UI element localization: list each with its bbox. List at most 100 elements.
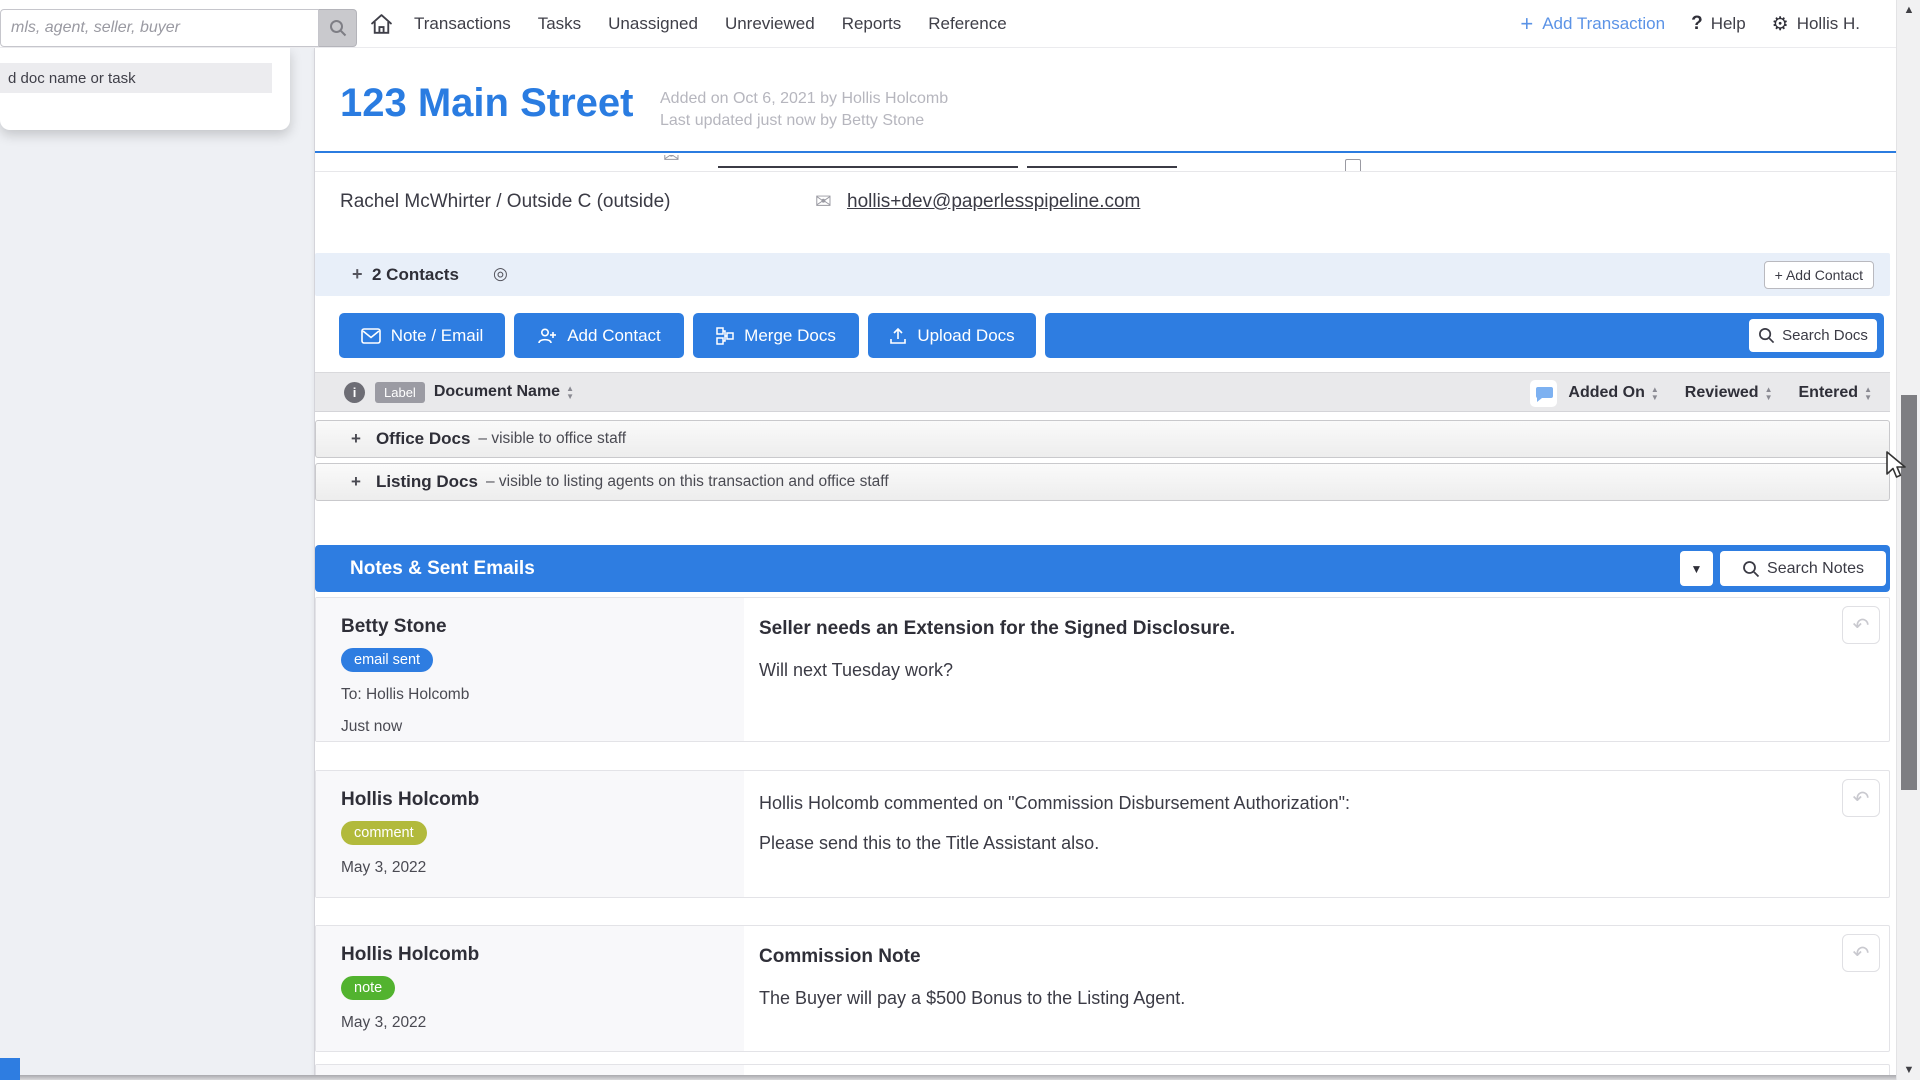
home-icon [369, 12, 394, 37]
note-author: Hollis Holcomb [341, 944, 479, 966]
sort-down-icon: ▼ [1651, 394, 1659, 401]
sort-down-icon: ▼ [1864, 394, 1872, 401]
note-date: Just now [341, 718, 402, 736]
sidebar-background [0, 48, 315, 1080]
search-suggestions-panel: d doc name or task [0, 48, 290, 130]
section-office-docs[interactable]: + Office Docs – visible to office staff [315, 420, 1890, 458]
sort-up-icon: ▲ [1864, 386, 1872, 393]
status-badge: comment [341, 821, 427, 845]
sort-down-icon: ▼ [1765, 394, 1773, 401]
home-button[interactable] [368, 11, 394, 37]
sort-icons[interactable]: ▲ ▼ [566, 385, 574, 400]
info-icon[interactable]: i [344, 382, 365, 403]
note-date: May 3, 2022 [341, 1014, 426, 1032]
reply-button[interactable]: ↶ [1842, 934, 1880, 972]
nav-transactions[interactable]: Transactions [414, 14, 511, 34]
sort-up-icon: ▲ [1651, 386, 1659, 393]
contact-name: Rachel McWhirter / Outside C (outside) [340, 191, 671, 213]
nav-reference[interactable]: Reference [928, 14, 1006, 34]
plus-icon: + [1520, 14, 1533, 34]
note-recipient: To: Hollis Holcomb [341, 686, 469, 704]
add-transaction-label: Add Transaction [1542, 14, 1665, 34]
note-subject: Commission Note [759, 946, 921, 968]
section-listing-docs[interactable]: + Listing Docs – visible to listing agen… [315, 463, 1890, 501]
merge-icon [716, 327, 734, 345]
sort-icons[interactable]: ▲ ▼ [1651, 386, 1659, 401]
notes-title: Notes & Sent Emails [350, 558, 535, 580]
section-name: Office Docs [376, 429, 470, 449]
section-name: Listing Docs [376, 472, 478, 492]
chevron-down-icon: ▼ [1691, 562, 1703, 576]
note-meta-panel: Betty Stone email sent To: Hollis Holcom… [316, 598, 744, 741]
expand-contacts-icon[interactable]: + [352, 264, 363, 285]
contact-email-link[interactable]: hollis+dev@paperlesspipeline.com [847, 191, 1140, 213]
sort-icons[interactable]: ▲ ▼ [1765, 386, 1773, 401]
note-body: Hollis Holcomb commented on "Commission … [759, 793, 1350, 814]
nav-right-cluster: + Add Transaction ? Help ⚙ Hollis H. [1520, 0, 1860, 48]
reply-icon: ↶ [1853, 788, 1870, 810]
note-author: Betty Stone [341, 616, 447, 638]
column-document-name[interactable]: Document Name [434, 383, 560, 401]
note-body: The Buyer will pay a $500 Bonus to the L… [759, 988, 1185, 1009]
user-menu[interactable]: ⚙ Hollis H. [1772, 13, 1860, 36]
nav-tasks[interactable]: Tasks [538, 14, 581, 34]
label-column-badge: Label [375, 382, 425, 403]
nav-unreviewed[interactable]: Unreviewed [725, 14, 815, 34]
reply-button[interactable]: ↶ [1842, 779, 1880, 817]
search-notes-label: Search Notes [1767, 560, 1864, 578]
note-card: Hollis Holcomb note May 3, 2022 Commissi… [315, 925, 1890, 1052]
mouse-cursor [1884, 450, 1910, 480]
nav-unassigned[interactable]: Unassigned [608, 14, 698, 34]
vertical-scrollbar: ▲ ▼ [1896, 0, 1920, 1080]
gear-icon: ⚙ [1772, 13, 1789, 36]
section-description: – visible to office staff [478, 430, 626, 448]
notes-filter-dropdown[interactable]: ▼ [1680, 551, 1713, 586]
reply-icon: ↶ [1853, 615, 1870, 637]
upload-icon [889, 327, 907, 345]
scroll-down-arrow[interactable]: ▼ [1897, 1064, 1920, 1076]
transaction-page: 123 Main Street Added on Oct 6, 2021 by … [315, 48, 1896, 1080]
search-icon [1758, 327, 1775, 344]
sort-up-icon: ▲ [566, 385, 574, 392]
search-input[interactable] [0, 9, 319, 47]
clipped-contact-row: ✉ [315, 155, 1896, 172]
help-button[interactable]: ? Help [1691, 13, 1746, 35]
user-label: Hollis H. [1797, 14, 1860, 34]
scroll-up-arrow[interactable]: ▲ [1897, 4, 1920, 16]
add-contact-button[interactable]: Add Contact [514, 313, 684, 358]
help-label: Help [1711, 14, 1746, 34]
clipped-doc-icon [1345, 159, 1361, 172]
main-menu: Transactions Tasks Unassigned Unreviewed… [414, 0, 1007, 48]
clipped-link-underline [1027, 166, 1177, 168]
envelope-icon [361, 328, 381, 344]
search-button[interactable] [319, 9, 357, 47]
search-notes-button[interactable]: Search Notes [1720, 551, 1886, 586]
search-docs-button[interactable]: Search Docs [1749, 319, 1877, 352]
search-suggestion-item[interactable]: d doc name or task [0, 63, 272, 93]
page-title: 123 Main Street [340, 81, 633, 126]
add-contact-small-button[interactable]: + Add Contact [1764, 261, 1874, 289]
upload-docs-button[interactable]: Upload Docs [868, 313, 1036, 358]
add-transaction-button[interactable]: + Add Transaction [1520, 14, 1665, 34]
note-body: Will next Tuesday work? [759, 660, 953, 681]
visibility-icon[interactable]: ◎ [493, 264, 508, 284]
merge-docs-label: Merge Docs [744, 326, 836, 346]
column-added-on[interactable]: Added On [1568, 384, 1644, 402]
sort-up-icon: ▲ [1765, 386, 1773, 393]
note-email-button[interactable]: Note / Email [339, 313, 505, 358]
search-icon [1742, 560, 1760, 578]
upload-docs-label: Upload Docs [917, 326, 1014, 346]
reply-button[interactable]: ↶ [1842, 606, 1880, 644]
column-entered[interactable]: Entered [1799, 384, 1859, 402]
merge-docs-button[interactable]: Merge Docs [693, 313, 859, 358]
nav-reports[interactable]: Reports [842, 14, 902, 34]
expand-icon: + [351, 429, 361, 449]
sort-icons[interactable]: ▲ ▼ [1864, 386, 1872, 401]
note-author: Hollis Holcomb [341, 789, 479, 811]
contacts-count-label: 2 Contacts [372, 265, 459, 285]
question-icon: ? [1691, 13, 1703, 35]
note-date: May 3, 2022 [341, 859, 426, 877]
reply-icon: ↶ [1853, 943, 1870, 965]
column-reviewed[interactable]: Reviewed [1685, 384, 1759, 402]
global-search [0, 9, 357, 47]
